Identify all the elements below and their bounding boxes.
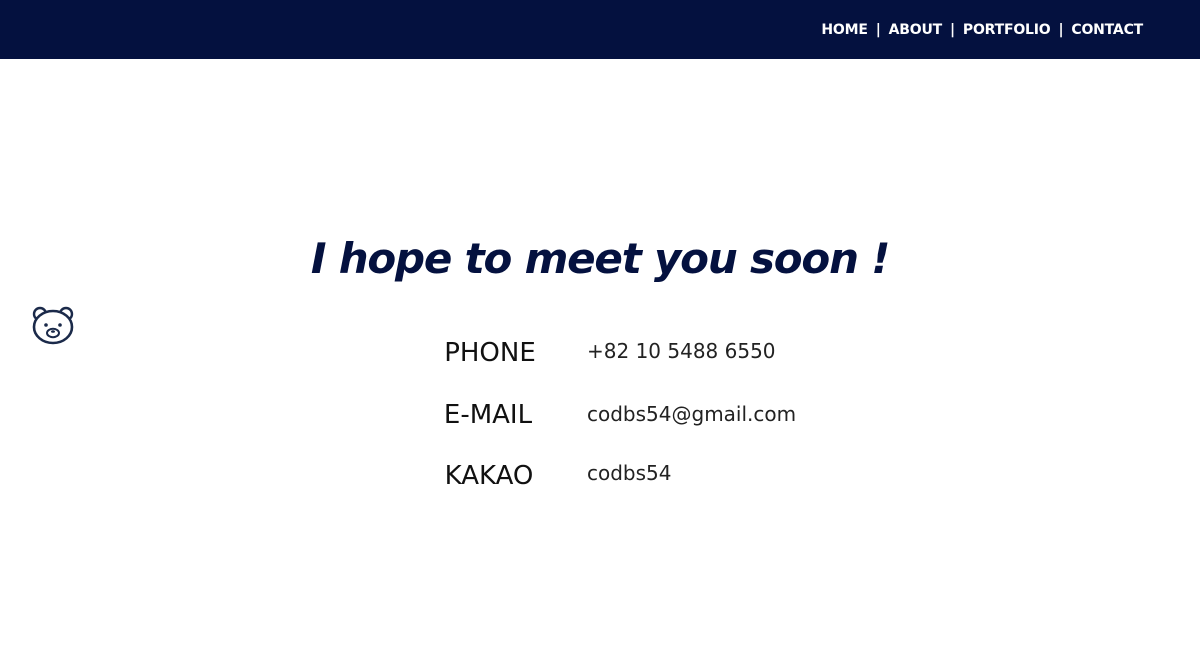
nav-separator: | bbox=[1058, 22, 1064, 38]
email-label: E-MAIL bbox=[443, 400, 533, 430]
main-nav: HOME | ABOUT | PORTFOLIO | CONTACT bbox=[821, 21, 1143, 39]
bear-icon[interactable] bbox=[31, 305, 75, 345]
nav-contact-link[interactable]: CONTACT bbox=[1071, 21, 1143, 39]
nav-about-link[interactable]: ABOUT bbox=[889, 21, 943, 39]
nav-home-link[interactable]: HOME bbox=[821, 21, 868, 39]
top-navigation-bar: HOME | ABOUT | PORTFOLIO | CONTACT bbox=[0, 0, 1200, 59]
nav-portfolio-link[interactable]: PORTFOLIO bbox=[963, 21, 1051, 39]
phone-label: PHONE bbox=[444, 338, 536, 368]
kakao-value: codbs54 bbox=[587, 461, 672, 485]
email-value: codbs54@gmail.com bbox=[587, 402, 797, 426]
kakao-label: KAKAO bbox=[444, 461, 534, 491]
nav-separator: | bbox=[875, 22, 881, 38]
phone-value: +82 10 5488 6550 bbox=[587, 339, 776, 363]
page-headline: I hope to meet you soon ! bbox=[310, 234, 891, 283]
nav-separator: | bbox=[949, 22, 955, 38]
